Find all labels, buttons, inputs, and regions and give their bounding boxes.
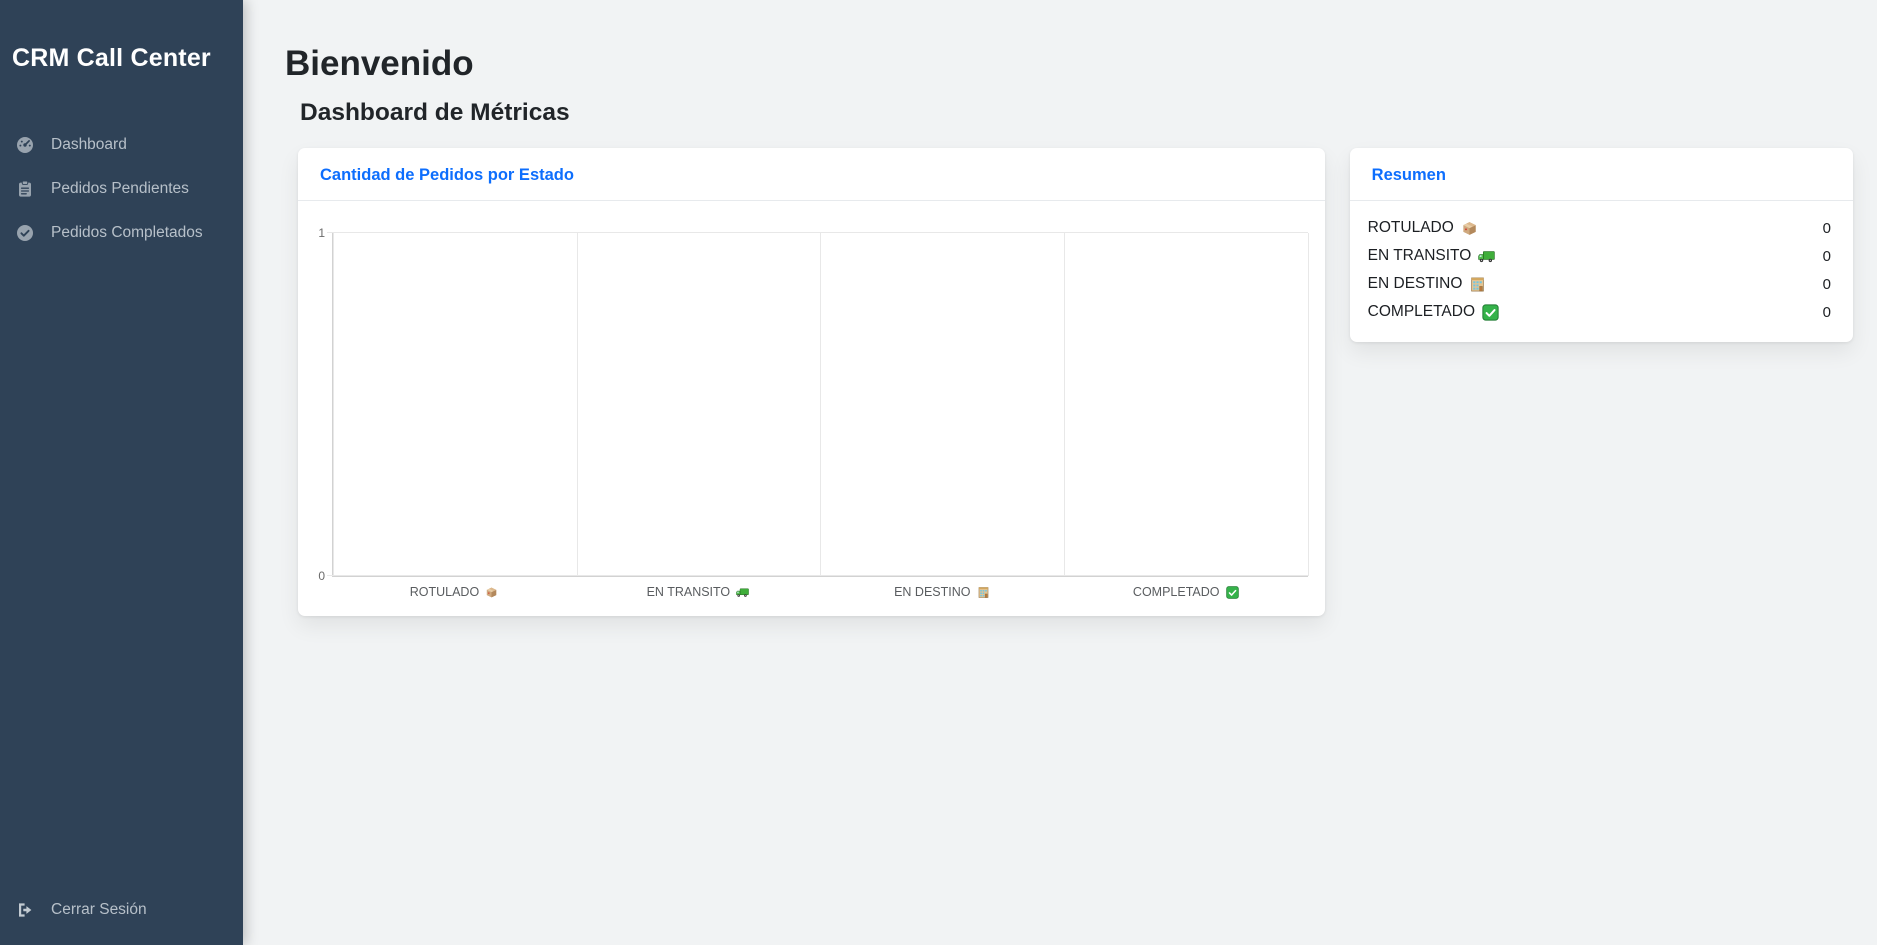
gridline [820, 233, 821, 576]
gridline [333, 233, 334, 576]
summary-value: 0 [1823, 276, 1831, 293]
chart-plot: 01 [332, 233, 1308, 577]
sidebar-item-pedidos-pendientes[interactable]: Pedidos Pendientes [0, 167, 243, 211]
summary-list: ROTULADO 0 EN TRANSITO 0 EN DESTINO [1350, 201, 1853, 342]
gauge-icon [16, 136, 34, 154]
x-axis-label: EN DESTINO [820, 585, 1064, 599]
summary-label: ROTULADO [1368, 219, 1454, 237]
department-store-icon [1469, 276, 1486, 293]
check-button-icon [1226, 586, 1239, 599]
summary-label: EN TRANSITO [1368, 247, 1472, 265]
gridline [327, 232, 1308, 233]
summary-row-completado: COMPLETADO 0 [1366, 298, 1837, 326]
summary-row-en-destino: EN DESTINO 0 [1366, 270, 1837, 298]
sidebar-item-dashboard[interactable]: Dashboard [0, 123, 243, 167]
x-axis-label-text: COMPLETADO [1133, 585, 1220, 599]
department-store-icon [977, 586, 990, 599]
page-subtitle: Dashboard de Métricas [300, 99, 1853, 127]
gridline [1064, 233, 1065, 576]
y-tick-label: 1 [305, 227, 325, 239]
x-axis-label: ROTULADO [332, 585, 576, 599]
sidebar-item-label: Pedidos Completados [51, 224, 203, 242]
check-button-icon [1482, 304, 1499, 321]
summary-card-title: Resumen [1350, 148, 1853, 201]
check-circle-icon [16, 224, 34, 242]
logout-label: Cerrar Sesión [51, 901, 147, 919]
main-content: Bienvenido Dashboard de Métricas Cantida… [243, 0, 1877, 945]
x-axis-label: COMPLETADO [1064, 585, 1308, 599]
sidebar-nav: Dashboard Pedidos Pendientes Pedidos Com… [0, 123, 243, 255]
package-icon [1461, 220, 1478, 237]
x-axis-label-text: ROTULADO [410, 585, 479, 599]
sign-out-icon [16, 901, 34, 919]
summary-value: 0 [1823, 220, 1831, 237]
delivery-truck-icon [1478, 248, 1495, 265]
x-axis-label: EN TRANSITO [576, 585, 820, 599]
delivery-truck-icon [736, 586, 749, 599]
summary-row-rotulado: ROTULADO 0 [1366, 214, 1837, 242]
summary-label: COMPLETADO [1368, 303, 1475, 321]
sidebar-item-label: Pedidos Pendientes [51, 180, 189, 198]
clipboard-icon [16, 180, 34, 198]
chart-card: Cantidad de Pedidos por Estado 01 ROTULA… [298, 148, 1325, 616]
logout-button[interactable]: Cerrar Sesión [0, 888, 243, 932]
summary-label: EN DESTINO [1368, 275, 1463, 293]
gridline [1308, 233, 1309, 576]
summary-row-en-transito: EN TRANSITO 0 [1366, 242, 1837, 270]
x-axis-label-text: EN TRANSITO [647, 585, 731, 599]
sidebar-item-label: Dashboard [51, 136, 127, 154]
gridline [327, 575, 1308, 576]
page-title: Bienvenido [285, 44, 1853, 84]
summary-card: Resumen ROTULADO 0 EN TRANSITO 0 [1350, 148, 1853, 342]
app-title: CRM Call Center [12, 44, 231, 73]
y-tick-label: 0 [305, 570, 325, 582]
summary-value: 0 [1823, 248, 1831, 265]
chart-x-labels: ROTULADO EN TRANSITO EN DESTINO COMPLETADO [332, 585, 1308, 599]
chart-card-title: Cantidad de Pedidos por Estado [298, 148, 1325, 201]
summary-value: 0 [1823, 304, 1831, 321]
x-axis-label-text: EN DESTINO [894, 585, 970, 599]
gridline [577, 233, 578, 576]
package-icon [485, 586, 498, 599]
sidebar-item-pedidos-completados[interactable]: Pedidos Completados [0, 211, 243, 255]
sidebar: CRM Call Center Dashboard Pedidos Pendi [0, 0, 243, 945]
